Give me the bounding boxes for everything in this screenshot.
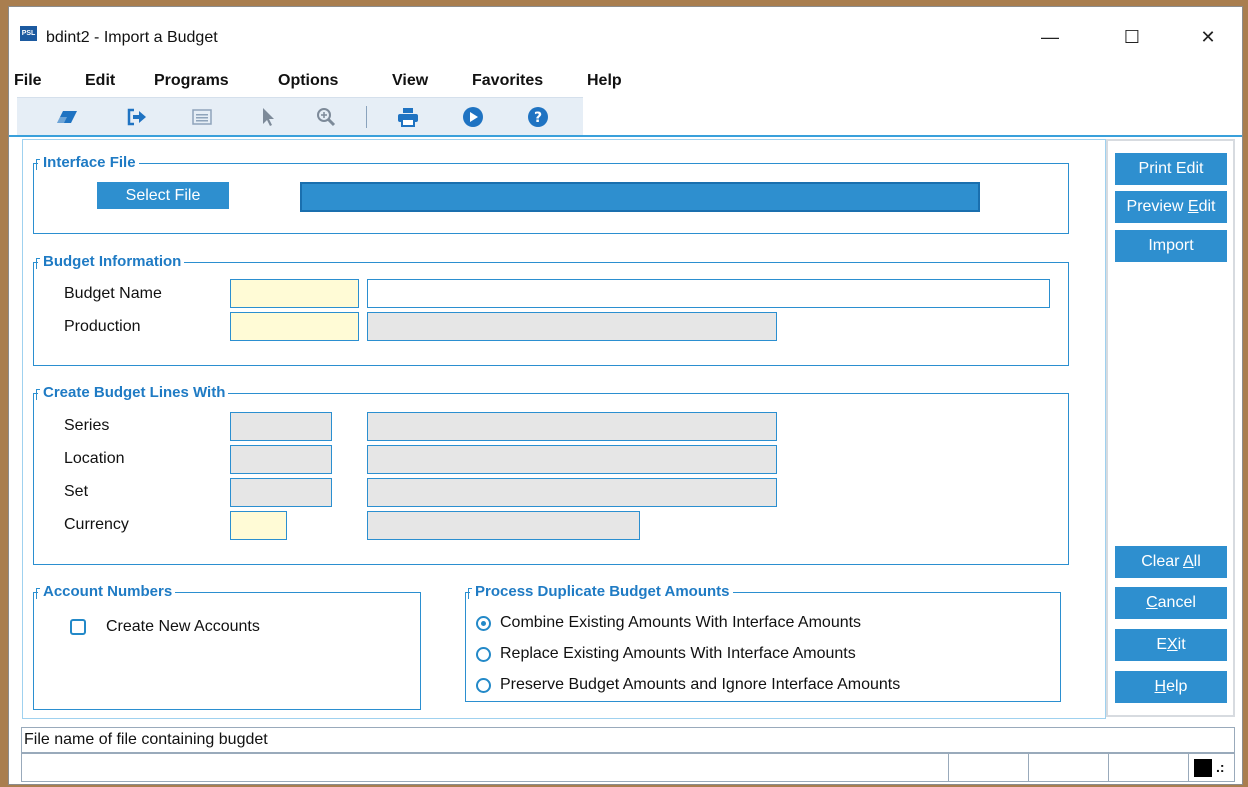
cancel-button[interactable]: Cancel xyxy=(1115,587,1227,619)
set-description-field xyxy=(367,478,777,507)
combine-amounts-label: Combine Existing Amounts With Interface … xyxy=(500,614,862,631)
series-label: Series xyxy=(64,417,110,434)
play-icon[interactable] xyxy=(460,104,486,130)
budget-information-title: Budget Information xyxy=(35,253,185,271)
location-code-field xyxy=(230,445,332,474)
menu-bar: File Edit Programs Options View Favorite… xyxy=(9,63,1242,97)
select-file-button[interactable]: Select File xyxy=(97,182,229,209)
budget-name-code-field[interactable] xyxy=(230,279,359,308)
app-icon: PSL xyxy=(20,26,37,41)
exit-button[interactable]: EXit xyxy=(1115,629,1227,661)
account-numbers-title: Account Numbers xyxy=(35,583,176,601)
create-budget-lines-title: Create Budget Lines With xyxy=(35,384,229,402)
main-panel: Interface File Select File Budget Inform… xyxy=(22,139,1106,719)
replace-amounts-radio[interactable] xyxy=(476,647,491,662)
status-cell xyxy=(1108,754,1189,781)
exit-arrow-icon[interactable] xyxy=(124,104,150,130)
eraser-icon[interactable] xyxy=(54,104,80,130)
interface-file-group: Interface File Select File xyxy=(33,154,1069,234)
maximize-button[interactable]: ☐ xyxy=(1109,17,1155,57)
preserve-amounts-radio[interactable] xyxy=(476,678,491,693)
create-new-accounts-label: Create New Accounts xyxy=(106,618,260,635)
title-bar: PSL bdint2 - Import a Budget — ☐ ✕ xyxy=(9,7,1242,63)
interface-file-path-field[interactable] xyxy=(300,182,980,212)
menu-view[interactable]: View xyxy=(392,72,428,90)
menu-edit[interactable]: Edit xyxy=(85,72,115,90)
set-label: Set xyxy=(64,483,89,500)
create-budget-lines-group: Create Budget Lines With Series Location… xyxy=(33,384,1069,565)
status-cell xyxy=(1028,754,1109,781)
account-numbers-group: Account Numbers Create New Accounts xyxy=(33,583,421,710)
toolbar: ? xyxy=(17,97,583,135)
set-code-field xyxy=(230,478,332,507)
process-duplicate-title: Process Duplicate Budget Amounts xyxy=(468,583,733,601)
resize-grip-icon[interactable]: .: xyxy=(1216,756,1225,778)
status-bar: .: xyxy=(21,753,1235,782)
currency-label: Currency xyxy=(64,516,129,533)
zoom-icon[interactable] xyxy=(313,104,339,130)
window-title: bdint2 - Import a Budget xyxy=(46,29,218,46)
create-new-accounts-checkbox[interactable] xyxy=(70,619,86,635)
close-button[interactable]: ✕ xyxy=(1185,17,1231,57)
help-icon[interactable]: ? xyxy=(525,104,551,130)
minimize-button[interactable]: — xyxy=(1027,17,1073,57)
help-button[interactable]: Help xyxy=(1115,671,1227,703)
production-label: Production xyxy=(64,318,141,335)
replace-amounts-label: Replace Existing Amounts With Interface … xyxy=(500,645,856,662)
location-label: Location xyxy=(64,450,125,467)
menu-options[interactable]: Options xyxy=(278,72,338,90)
status-indicator xyxy=(1194,759,1212,777)
budget-information-group: Budget Information Budget Name Productio… xyxy=(33,253,1069,366)
series-code-field xyxy=(230,412,332,441)
series-description-field xyxy=(367,412,777,441)
menu-favorites[interactable]: Favorites xyxy=(472,72,543,90)
preview-edit-button[interactable]: Preview Edit xyxy=(1115,191,1227,223)
location-description-field xyxy=(367,445,777,474)
budget-name-description-field[interactable] xyxy=(367,279,1050,308)
production-description-field xyxy=(367,312,777,341)
svg-text:?: ? xyxy=(534,110,542,126)
interface-file-title: Interface File xyxy=(36,154,139,172)
menu-programs[interactable]: Programs xyxy=(154,72,229,90)
budget-name-label: Budget Name xyxy=(64,285,162,302)
currency-description-field xyxy=(367,511,640,540)
combine-amounts-radio[interactable] xyxy=(476,616,491,631)
print-edit-button[interactable]: Print Edit xyxy=(1115,153,1227,185)
application-window: PSL bdint2 - Import a Budget — ☐ ✕ File … xyxy=(8,6,1243,785)
menu-file[interactable]: File xyxy=(14,72,42,90)
status-cell: .: xyxy=(1188,754,1235,781)
list-icon[interactable] xyxy=(189,104,215,130)
menu-help[interactable]: Help xyxy=(587,72,622,90)
print-icon[interactable] xyxy=(395,104,421,130)
side-button-panel: Print Edit Preview Edit Import Clear All… xyxy=(1106,139,1235,717)
import-button[interactable]: Import xyxy=(1115,230,1227,262)
currency-code-field[interactable] xyxy=(230,511,287,540)
status-message-bar: File name of file containing bugdet xyxy=(21,727,1235,753)
clear-all-button[interactable]: Clear All xyxy=(1115,546,1227,578)
preserve-amounts-label: Preserve Budget Amounts and Ignore Inter… xyxy=(500,676,901,693)
pointer-icon[interactable] xyxy=(255,104,281,130)
status-cell xyxy=(948,754,1029,781)
toolbar-divider xyxy=(9,135,1242,137)
production-code-field[interactable] xyxy=(230,312,359,341)
toolbar-separator xyxy=(366,106,367,128)
process-duplicate-group: Process Duplicate Budget Amounts Combine… xyxy=(465,583,1061,702)
